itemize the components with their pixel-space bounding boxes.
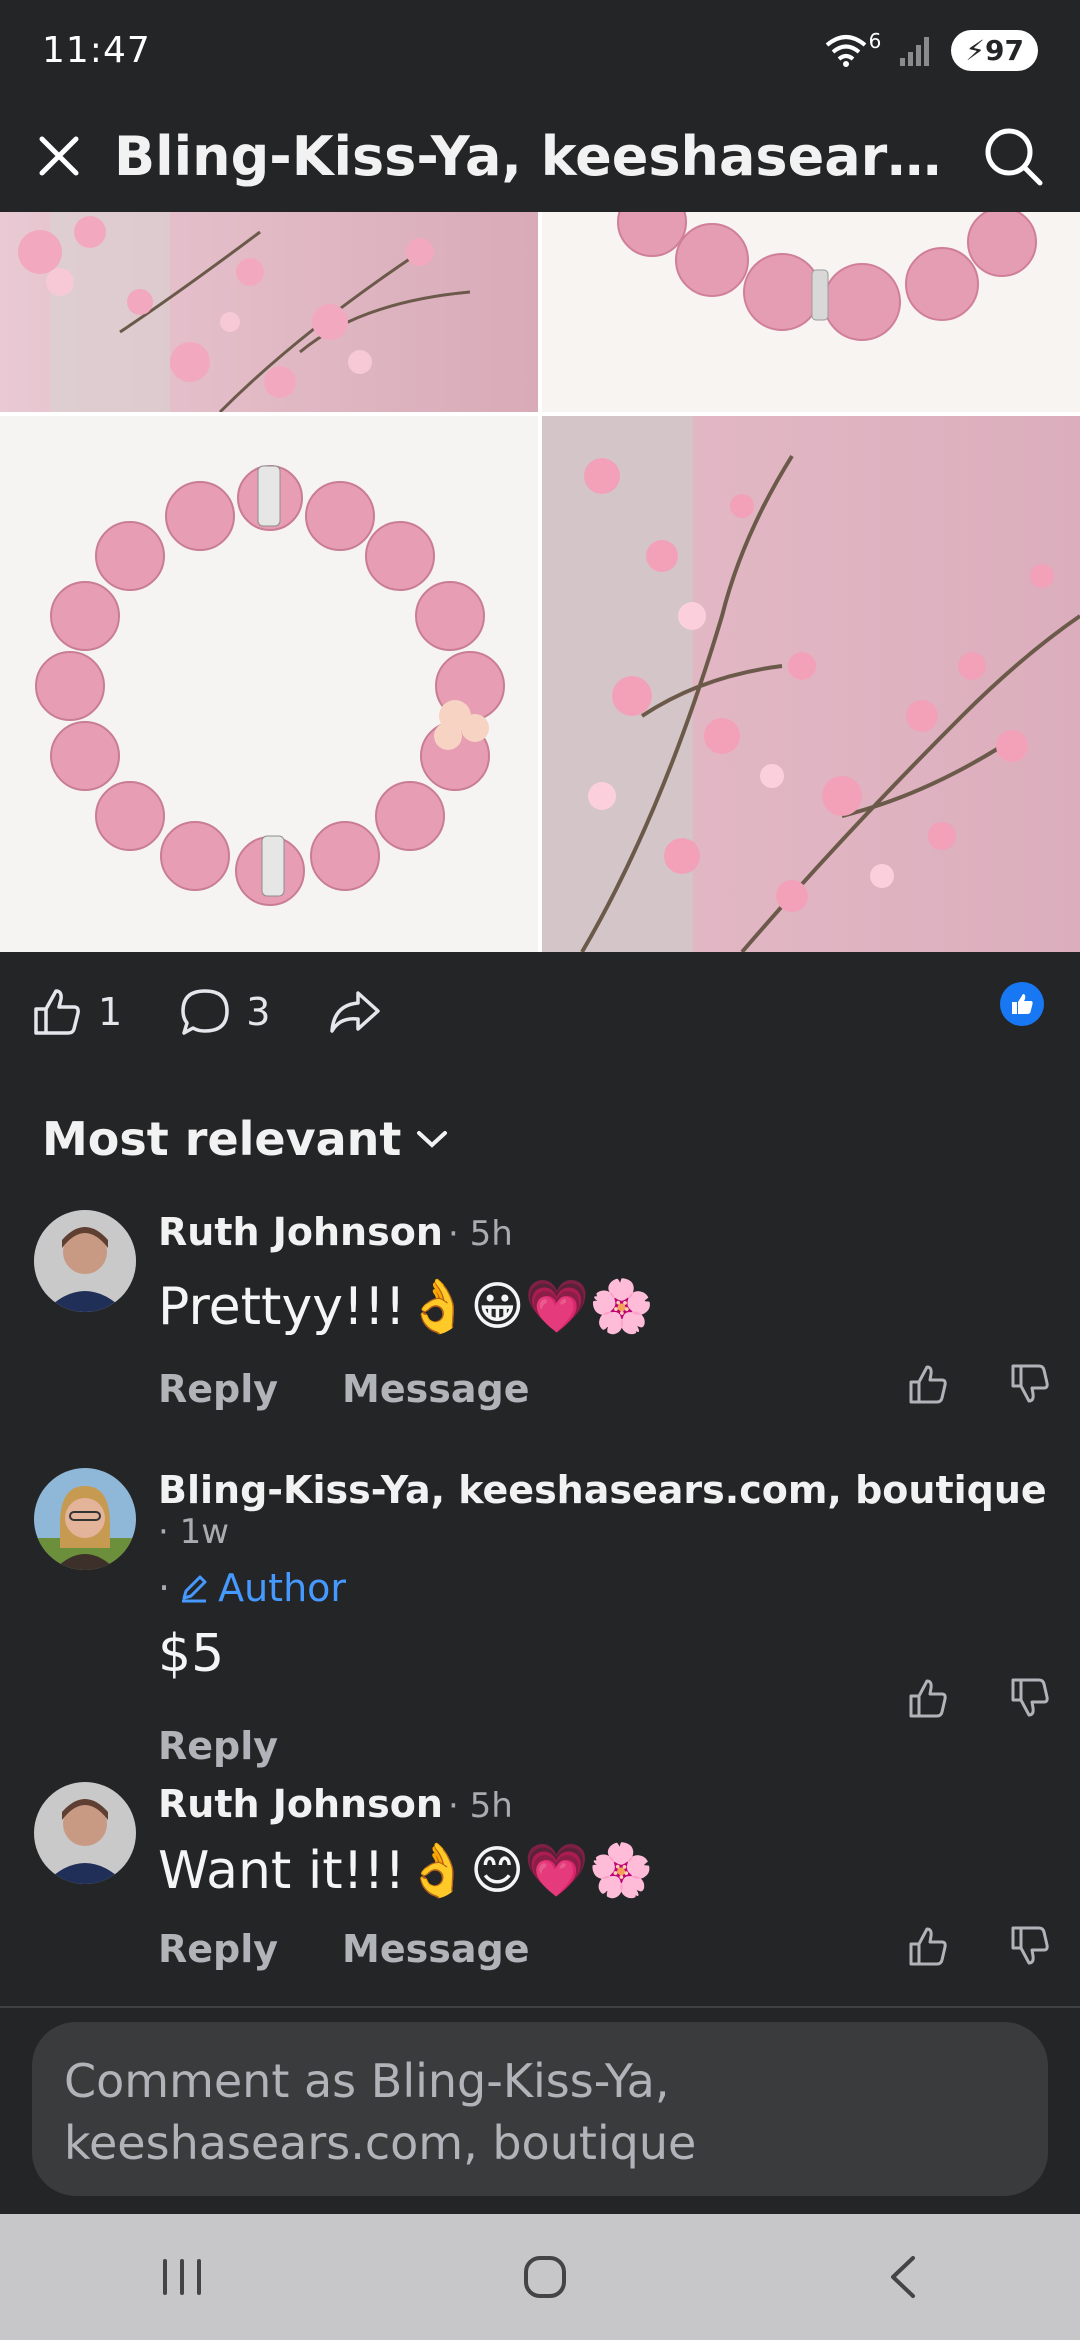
share-icon: [330, 991, 381, 1033]
comment-time: · 5h: [447, 1786, 513, 1826]
cherry-blossom-image-top-left: [0, 212, 538, 412]
status-time: 11:47: [42, 29, 151, 71]
comment-sort-dropdown[interactable]: Most relevant: [42, 1112, 449, 1166]
post-header: Bling-Kiss-Ya, keeshasears.com,...: [0, 100, 1080, 212]
comment-button[interactable]: 3: [178, 985, 270, 1039]
author-badge: · Author: [158, 1566, 1050, 1610]
post-title: Bling-Kiss-Ya, keeshasears.com,...: [114, 124, 958, 188]
cherry-blossom-image-bottom-right: [542, 416, 1080, 952]
comment-item: Bling-Kiss-Ya, keeshasears.com, boutique…: [0, 1458, 1080, 1768]
comment-input[interactable]: Comment as Bling-Kiss-Ya, keeshasears.co…: [32, 2022, 1048, 2196]
post-image-collage[interactable]: [0, 212, 1080, 952]
composer-divider: [0, 2006, 1080, 2008]
upvote-icon[interactable]: [906, 1676, 950, 1720]
system-nav-bar: [0, 2214, 1080, 2340]
commenter-name[interactable]: Bling-Kiss-Ya, keeshasears.com, boutique: [158, 1468, 1047, 1512]
comment-text: Want it!!!👌😊💗🌸: [158, 1841, 654, 1901]
wifi-icon: [823, 33, 869, 67]
home-icon[interactable]: [520, 2252, 570, 2302]
upvote-icon[interactable]: [906, 1362, 950, 1406]
share-button[interactable]: [326, 985, 384, 1039]
like-count: 1: [98, 990, 123, 1034]
reaction-like-badge[interactable]: [1000, 982, 1044, 1026]
comment-icon: [181, 989, 229, 1035]
avatar[interactable]: [34, 1782, 136, 1884]
comment-item: Ruth Johnson · 5h Want it!!!👌😊💗🌸 Reply M…: [0, 1772, 1080, 1992]
comment-text: $5: [158, 1624, 225, 1684]
separator-dot: ·: [158, 1566, 171, 1610]
battery-indicator: ⚡97: [951, 29, 1038, 71]
reply-button[interactable]: Reply: [158, 1367, 278, 1411]
comment-input-placeholder: Comment as Bling-Kiss-Ya, keeshasears.co…: [64, 2054, 697, 2170]
recent-apps-icon[interactable]: [157, 2257, 207, 2297]
downvote-icon[interactable]: [1008, 1362, 1052, 1406]
battery-level: 97: [985, 33, 1024, 67]
commenter-name[interactable]: Ruth Johnson: [158, 1782, 443, 1826]
comment-item: Ruth Johnson · 5h Prettyy!!!👌😀💗🌸 Reply M…: [0, 1200, 1080, 1430]
message-button[interactable]: Message: [342, 1367, 529, 1411]
like-button[interactable]: 1: [30, 985, 122, 1039]
avatar[interactable]: [34, 1468, 136, 1570]
upvote-icon[interactable]: [906, 1924, 950, 1968]
pencil-icon: [182, 1575, 207, 1603]
bracelet-image-top-right: [542, 212, 1080, 412]
search-icon[interactable]: [982, 125, 1044, 187]
downvote-icon[interactable]: [1008, 1676, 1052, 1720]
thumbs-up-icon: [1012, 994, 1033, 1014]
bracelet-image-main: [0, 416, 538, 952]
thumbs-up-icon: [34, 989, 80, 1035]
downvote-icon[interactable]: [1008, 1924, 1052, 1968]
comment-text: Prettyy!!!👌😀💗🌸: [158, 1277, 654, 1337]
wifi-badge: 6: [868, 29, 882, 53]
reply-button[interactable]: Reply: [158, 1927, 278, 1971]
signal-icon: [899, 34, 933, 66]
close-icon[interactable]: [36, 133, 82, 179]
sort-label: Most relevant: [42, 1112, 402, 1166]
message-button[interactable]: Message: [342, 1927, 529, 1971]
post-actions-bar: 1 3: [0, 952, 1080, 1072]
comment-time: · 1w: [158, 1512, 230, 1552]
commenter-name[interactable]: Ruth Johnson: [158, 1210, 443, 1254]
status-icons: 6 ⚡97: [823, 29, 1038, 71]
chevron-down-icon: [417, 1131, 448, 1148]
author-label: Author: [218, 1566, 347, 1610]
reply-button[interactable]: Reply: [158, 1724, 278, 1768]
comment-count: 3: [246, 990, 271, 1034]
avatar[interactable]: [34, 1210, 136, 1312]
comment-time: · 5h: [447, 1214, 513, 1254]
back-icon[interactable]: [883, 2252, 923, 2302]
status-bar: 11:47 6 ⚡97: [0, 0, 1080, 100]
